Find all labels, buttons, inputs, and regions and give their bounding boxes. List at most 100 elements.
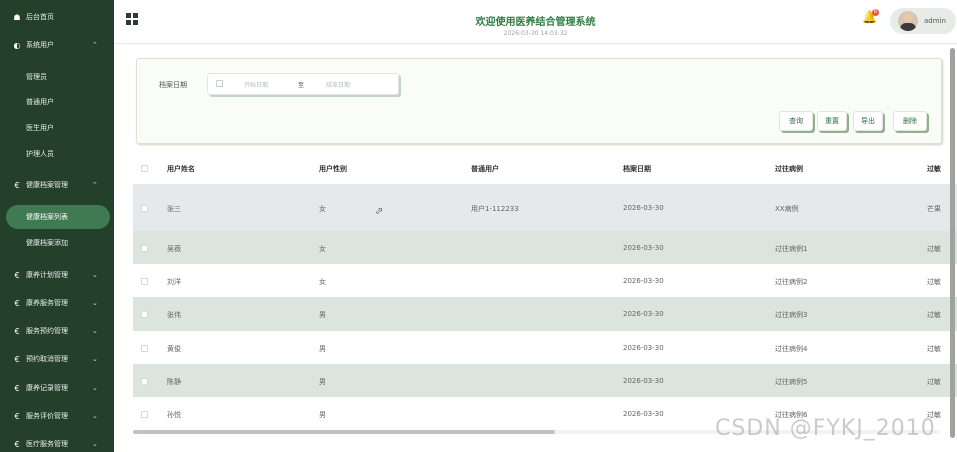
column-header[interactable]: 用户姓名: [167, 164, 195, 174]
sidebar-group-service-reviews[interactable]: € 服务评价管理 ⌄: [0, 405, 114, 427]
chevron-down-icon: ⌄: [92, 412, 98, 420]
column-header[interactable]: 用户性别: [319, 164, 347, 174]
chevron-down-icon: ⌄: [92, 355, 98, 363]
table-cell: 过敏: [927, 311, 941, 319]
sidebar-item-label: 康养计划管理: [26, 271, 68, 279]
table-row[interactable]: 刘洋 女 2026-03-30 过往病例2 过敏: [133, 264, 957, 297]
sidebar-item-label: 医疗服务管理: [26, 440, 68, 448]
sidebar-group-service-bookings[interactable]: € 服务预约管理 ⌄: [0, 320, 114, 342]
sidebar-item-admins[interactable]: 管理员: [0, 67, 114, 87]
top-header: 欢迎使用医养结合管理系统 2026-03-30 14:03:32 🔔 6 adm…: [114, 0, 957, 44]
sidebar-group-booking-cancellations[interactable]: € 预约取消管理 ⌄: [0, 348, 114, 370]
sidebar-item-label: 服务评价管理: [26, 412, 68, 420]
chevron-down-icon: ⌄: [92, 299, 98, 307]
vertical-scrollbar[interactable]: [950, 48, 955, 438]
table-cell: 张三: [167, 205, 181, 213]
sidebar-item-label: 医生用户: [26, 124, 54, 132]
table-cell: 2026-03-30: [623, 244, 664, 252]
table-cell: 芒果: [927, 205, 941, 213]
scrollbar-thumb[interactable]: [133, 430, 555, 434]
sidebar-item-nursing-staff[interactable]: 护理人员: [0, 144, 114, 164]
sidebar-item-label: 预约取消管理: [26, 355, 68, 363]
table-row[interactable]: 吴薇 女 2026-03-30 过往病例1 过敏: [133, 231, 957, 264]
euro-icon: €: [14, 326, 20, 336]
sidebar-item-label: 健康档案管理: [26, 181, 68, 189]
delete-button[interactable]: 删除: [893, 111, 927, 131]
sidebar-group-medical-services[interactable]: € 医疗服务管理 ⌄: [0, 433, 114, 452]
export-button[interactable]: 导出: [853, 111, 883, 131]
table-row[interactable]: 张伟 男 2026-03-30 过往病例3 过敏: [133, 297, 957, 331]
chevron-up-icon: ⌃: [92, 181, 98, 189]
table-row[interactable]: 张三 女 用户1-112233 2026-03-30 XX病例 芒果: [133, 184, 957, 231]
euro-icon: €: [14, 298, 20, 308]
table-cell: 过往病例3: [775, 311, 808, 319]
select-all-checkbox[interactable]: [141, 165, 148, 172]
sidebar-item-label: 康养记录管理: [26, 384, 68, 392]
table-cell: 男: [319, 411, 326, 419]
table-cell: 张伟: [167, 311, 181, 319]
table-cell: 男: [319, 345, 326, 353]
row-checkbox[interactable]: [141, 278, 148, 285]
avatar: [898, 11, 918, 31]
sidebar-item-label: 后台首页: [26, 13, 54, 21]
row-checkbox[interactable]: [141, 245, 148, 252]
table-cell: 过往病例5: [775, 378, 808, 386]
row-checkbox[interactable]: [141, 378, 148, 385]
sidebar-group-care-records[interactable]: € 康养记录管理 ⌄: [0, 377, 114, 399]
row-checkbox[interactable]: [141, 311, 148, 318]
sidebar-item-doctor-users[interactable]: 医生用户: [0, 118, 114, 138]
sidebar-item-label: 健康档案添加: [26, 239, 68, 247]
sidebar-group-care-plans[interactable]: € 康养计划管理 ⌄: [0, 264, 114, 286]
table-cell: 2026-03-30: [623, 277, 664, 285]
table-cell: 孙悦: [167, 411, 181, 419]
table-cell: 女: [319, 205, 326, 213]
chevron-up-icon: ⌃: [92, 41, 98, 49]
calendar-icon: [216, 80, 223, 87]
table-cell: 过往病例1: [775, 245, 808, 253]
sidebar-group-health-records[interactable]: € 健康档案管理 ⌃: [0, 174, 114, 196]
chevron-down-icon: ⌄: [92, 271, 98, 279]
sidebar-item-normal-users[interactable]: 普通用户: [0, 92, 114, 112]
table-header: 用户姓名 用户性别 普通用户 档案日期 过往病例 过敏: [133, 152, 957, 184]
sidebar-item-label: 健康档案列表: [26, 213, 68, 221]
start-date-input[interactable]: 开始日期: [244, 80, 268, 89]
table-cell: 女: [319, 245, 326, 253]
home-icon: ☗: [13, 12, 21, 22]
table-cell: XX病例: [775, 205, 799, 213]
sidebar-item-label: 系统用户: [26, 41, 54, 49]
table-cell: 女: [319, 278, 326, 286]
euro-icon: €: [14, 354, 20, 364]
user-menu[interactable]: admin: [890, 8, 956, 34]
row-checkbox[interactable]: [141, 345, 148, 352]
table-cell: 过敏: [927, 245, 941, 253]
date-range-picker[interactable]: 开始日期 至 结束日期: [207, 73, 399, 95]
sidebar-group-system-users[interactable]: ◐ 系统用户 ⌃: [0, 34, 114, 56]
end-date-input[interactable]: 结束日期: [326, 80, 350, 89]
column-header[interactable]: 档案日期: [623, 164, 651, 174]
row-checkbox[interactable]: [141, 205, 148, 212]
table-cell: 过往病例2: [775, 278, 808, 286]
column-header[interactable]: 普通用户: [471, 164, 499, 174]
euro-icon: €: [14, 270, 20, 280]
date-filter-label: 档案日期: [159, 81, 187, 89]
sidebar: ☗ 后台首页 ◐ 系统用户 ⌃ 管理员 普通用户 医生用户 护理人员 € 健康档…: [0, 0, 114, 452]
sidebar-item-label: 服务预约管理: [26, 327, 68, 335]
reset-button[interactable]: 重置: [817, 111, 847, 131]
table-row[interactable]: 黄俊 男 2026-03-30 过往病例4 过敏: [133, 331, 957, 364]
euro-icon: €: [14, 383, 20, 393]
table-cell: 刘洋: [167, 278, 181, 286]
table-row[interactable]: 陈静 男 2026-03-30 过往病例5 过敏: [133, 364, 957, 397]
sidebar-group-care-services[interactable]: € 康养服务管理 ⌄: [0, 292, 114, 314]
query-button[interactable]: 查询: [779, 111, 813, 131]
sidebar-item-health-record-add[interactable]: 健康档案添加: [0, 233, 114, 253]
column-header[interactable]: 过敏: [927, 164, 941, 174]
euro-icon: €: [14, 439, 20, 449]
notification-badge: 6: [872, 9, 879, 16]
sidebar-item-home[interactable]: ☗ 后台首页: [0, 6, 114, 28]
row-checkbox[interactable]: [141, 411, 148, 418]
username: admin: [924, 17, 946, 25]
sidebar-item-health-record-list[interactable]: 健康档案列表: [6, 205, 110, 229]
euro-icon: €: [14, 180, 20, 190]
table-cell: 2026-03-30: [623, 204, 664, 212]
column-header[interactable]: 过往病例: [775, 164, 803, 174]
